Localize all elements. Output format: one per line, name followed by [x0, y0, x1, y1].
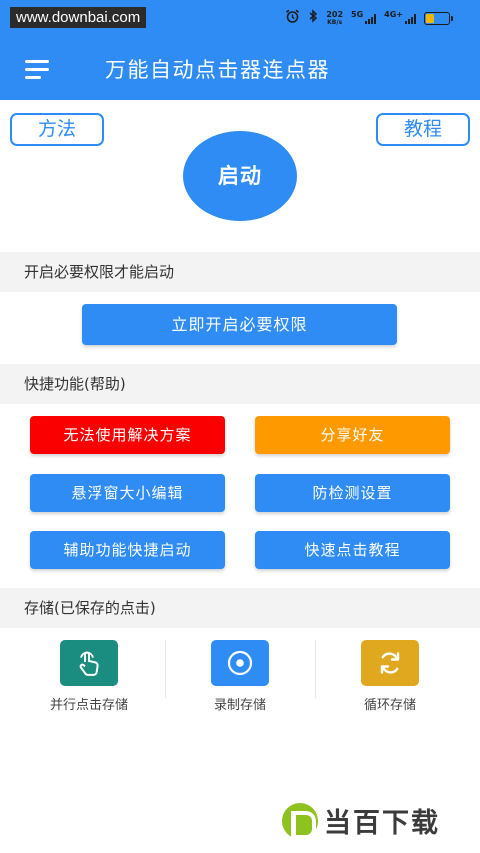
parallel-click-storage[interactable]: 并行点击存储: [14, 640, 164, 713]
tutorial-button[interactable]: 教程: [376, 113, 470, 146]
store-label: 录制存储: [213, 698, 266, 713]
troubleshoot-button[interactable]: 无法使用解决方案: [30, 416, 225, 454]
bluetooth-icon: [308, 9, 318, 28]
quick-functions-header: 快捷功能(帮助): [0, 364, 480, 404]
record-eye-icon: [211, 640, 269, 686]
brand-logo-icon: [282, 802, 318, 839]
start-button[interactable]: 启动: [183, 131, 297, 221]
network-5g-label: 5G: [351, 10, 364, 19]
alarm-icon: [285, 9, 300, 28]
storage-section-header: 存储(已保存的点击): [0, 588, 480, 628]
battery-icon: [424, 12, 453, 25]
brand-logo: 当百下载: [282, 801, 440, 840]
accessibility-shortcut-button[interactable]: 辅助功能快捷启动: [30, 531, 225, 569]
watermark-url: www.downbai.com: [10, 7, 147, 28]
anti-detection-button[interactable]: 防检测设置: [255, 474, 450, 512]
net-speed-unit: KB/s: [327, 19, 343, 26]
loop-storage[interactable]: 循环存储: [315, 640, 465, 713]
hand-tap-icon: [60, 640, 118, 686]
store-label: 并行点击存储: [49, 698, 128, 713]
signal-icon: [365, 13, 377, 24]
net-speed-value: 202: [326, 10, 344, 19]
permission-section-header: 开启必要权限才能启动: [0, 252, 480, 292]
status-icons: 202 KB/s 5G 4G+: [285, 9, 453, 28]
float-window-size-button[interactable]: 悬浮窗大小编辑: [30, 474, 225, 512]
app-bar: 万能自动点击器连点器: [0, 36, 480, 100]
quick-click-tutorial-button[interactable]: 快速点击教程: [255, 531, 450, 569]
menu-icon[interactable]: [25, 60, 49, 79]
app-title: 万能自动点击器连点器: [105, 58, 330, 82]
method-button[interactable]: 方法: [10, 113, 104, 146]
share-friends-button[interactable]: 分享好友: [255, 416, 450, 454]
net-speed: 202 KB/s: [326, 10, 344, 27]
record-storage[interactable]: 录制存储: [165, 640, 315, 713]
signal-icon: [405, 13, 416, 24]
battery-fill: [426, 14, 434, 23]
brand-logo-text: 当百下载: [324, 808, 440, 839]
grant-permission-button[interactable]: 立即开启必要权限: [82, 304, 397, 345]
network-4g-label: 4G+: [384, 10, 403, 19]
store-label: 循环存储: [363, 698, 416, 713]
status-bar: www.downbai.com 202 KB/s 5G 4G+: [0, 0, 480, 36]
loop-icon: [361, 640, 419, 686]
